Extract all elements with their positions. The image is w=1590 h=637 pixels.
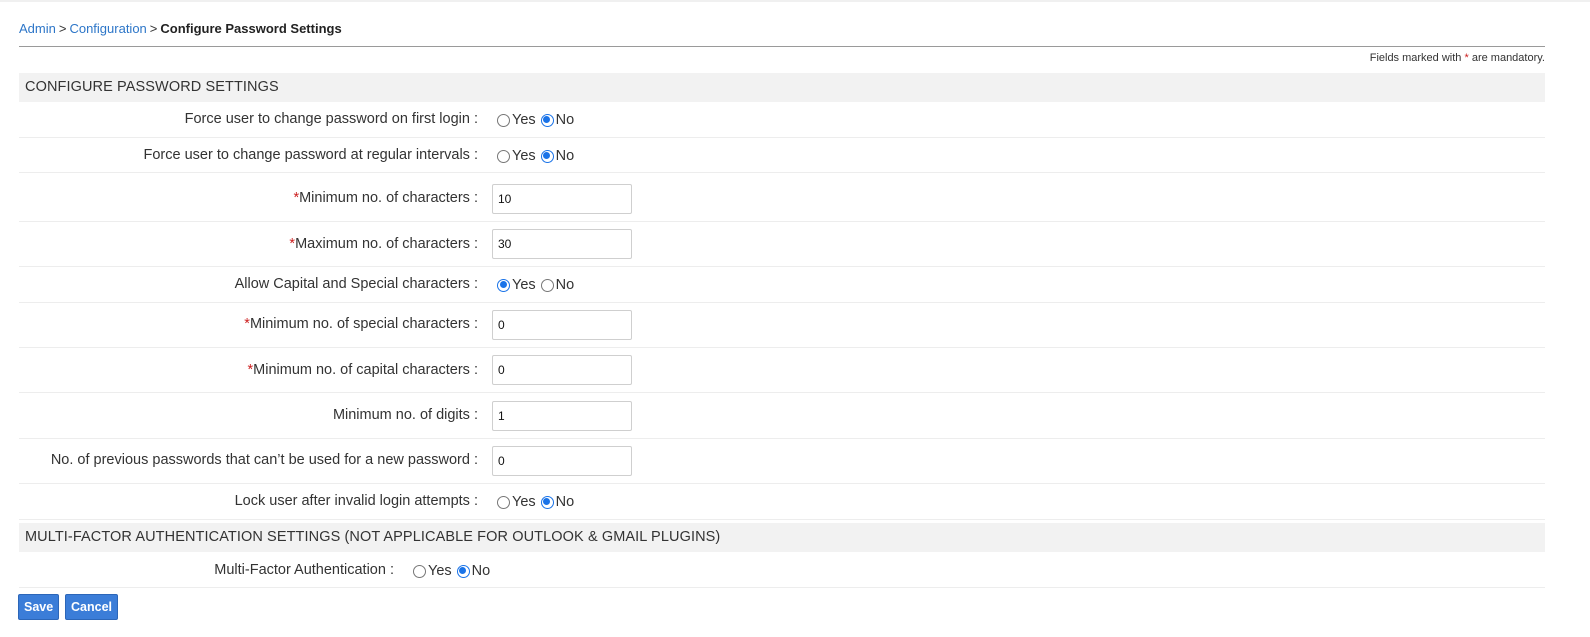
no-option-label: No	[555, 148, 575, 164]
min-characters-label-text: Minimum no. of characters :	[299, 190, 478, 206]
form-row-lock-user: Lock user after invalid login attempts :…	[19, 484, 1545, 520]
lock-user-radio-group: Yes No	[497, 494, 579, 510]
no-option-label: No	[555, 112, 575, 128]
regular-intervals-radio-group: Yes No	[497, 148, 579, 164]
no-option-label: No	[555, 277, 575, 293]
breadcrumb-current: Configure Password Settings	[160, 21, 342, 36]
first-login-label: Force user to change password on first l…	[184, 111, 478, 127]
lock-user-label: Lock user after invalid login attempts :	[234, 493, 478, 509]
lock-user-yes-radio[interactable]	[497, 495, 510, 509]
lock-user-no-radio[interactable]	[540, 495, 554, 509]
first-login-no-radio[interactable]	[540, 113, 554, 127]
mfa-radio-group: Yes No	[413, 563, 495, 579]
max-characters-label: *Maximum no. of characters :	[289, 236, 478, 252]
min-special-input[interactable]	[492, 310, 632, 340]
mfa-yes-radio[interactable]	[413, 564, 426, 578]
min-special-label: *Minimum no. of special characters :	[244, 316, 478, 332]
yes-option-label: Yes	[512, 148, 536, 164]
required-star-icon: *	[1464, 52, 1469, 64]
form-row-capital-special: Allow Capital and Special characters : Y…	[19, 267, 1545, 303]
mfa-no-radio[interactable]	[456, 564, 470, 578]
breadcrumb-configuration-link[interactable]: Configuration	[69, 21, 146, 36]
no-option-label: No	[555, 494, 575, 510]
max-characters-label-text: Maximum no. of characters :	[295, 236, 478, 252]
cancel-button[interactable]: Cancel	[65, 594, 118, 620]
form-row-min-digits: Minimum no. of digits :	[19, 393, 1545, 439]
form-row-min-characters: *Minimum no. of characters :	[19, 173, 1545, 222]
min-characters-label: *Minimum no. of characters :	[293, 190, 478, 206]
max-characters-input[interactable]	[492, 229, 632, 259]
form-row-min-capital: *Minimum no. of capital characters :	[19, 348, 1545, 393]
regular-intervals-no-radio[interactable]	[540, 149, 554, 163]
breadcrumb-separator: >	[58, 21, 67, 36]
form-row-max-characters: *Maximum no. of characters :	[19, 222, 1545, 267]
min-digits-input[interactable]	[492, 401, 632, 431]
breadcrumb: Admin > Configuration > Configure Password S…	[19, 21, 342, 36]
yes-option-label: Yes	[512, 277, 536, 293]
breadcrumb-admin-link[interactable]: Admin	[19, 21, 56, 36]
section-header-mfa: MULTI-FACTOR AUTHENTICATION SETTINGS (NO…	[19, 523, 1545, 552]
first-login-radio-group: Yes No	[497, 112, 579, 128]
no-option-label: No	[471, 563, 491, 579]
mfa-label: Multi-Factor Authentication :	[214, 562, 394, 578]
mandatory-note: Fields marked with * are mandatory.	[1370, 52, 1545, 64]
form-row-first-login: Force user to change password on first l…	[19, 102, 1545, 138]
capital-special-yes-radio[interactable]	[497, 278, 510, 292]
min-characters-input[interactable]	[492, 184, 632, 214]
min-special-label-text: Minimum no. of special characters :	[249, 316, 478, 332]
regular-intervals-yes-radio[interactable]	[497, 149, 510, 163]
yes-option-label: Yes	[512, 112, 536, 128]
capital-special-radio-group: Yes No	[497, 277, 579, 293]
first-login-yes-radio[interactable]	[497, 113, 510, 127]
yes-option-label: Yes	[428, 563, 452, 579]
save-button[interactable]: Save	[18, 594, 60, 620]
previous-passwords-input[interactable]	[492, 446, 632, 476]
form-row-min-special: *Minimum no. of special characters :	[19, 303, 1545, 348]
min-capital-label: *Minimum no. of capital characters :	[248, 362, 479, 378]
previous-passwords-label: No. of previous passwords that can’t be …	[50, 452, 478, 468]
mandatory-note-prefix: Fields marked with	[1369, 52, 1462, 64]
section-header-password: CONFIGURE PASSWORD SETTINGS	[19, 73, 1545, 102]
mandatory-note-suffix: are mandatory.	[1471, 52, 1545, 64]
regular-intervals-label: Force user to change password at regular…	[143, 147, 478, 163]
min-digits-label: Minimum no. of digits :	[332, 407, 478, 423]
form-row-regular-intervals: Force user to change password at regular…	[19, 138, 1545, 173]
breadcrumb-separator: >	[149, 21, 158, 36]
form-row-mfa: Multi-Factor Authentication : Yes No	[19, 552, 1545, 588]
header-divider	[19, 46, 1545, 47]
capital-special-label: Allow Capital and Special characters :	[234, 276, 478, 292]
top-border	[0, 0, 1590, 2]
yes-option-label: Yes	[512, 494, 536, 510]
capital-special-no-radio[interactable]	[540, 278, 554, 292]
min-capital-input[interactable]	[492, 355, 632, 385]
min-capital-label-text: Minimum no. of capital characters :	[253, 362, 478, 378]
form-row-previous-passwords: No. of previous passwords that can’t be …	[19, 439, 1545, 484]
